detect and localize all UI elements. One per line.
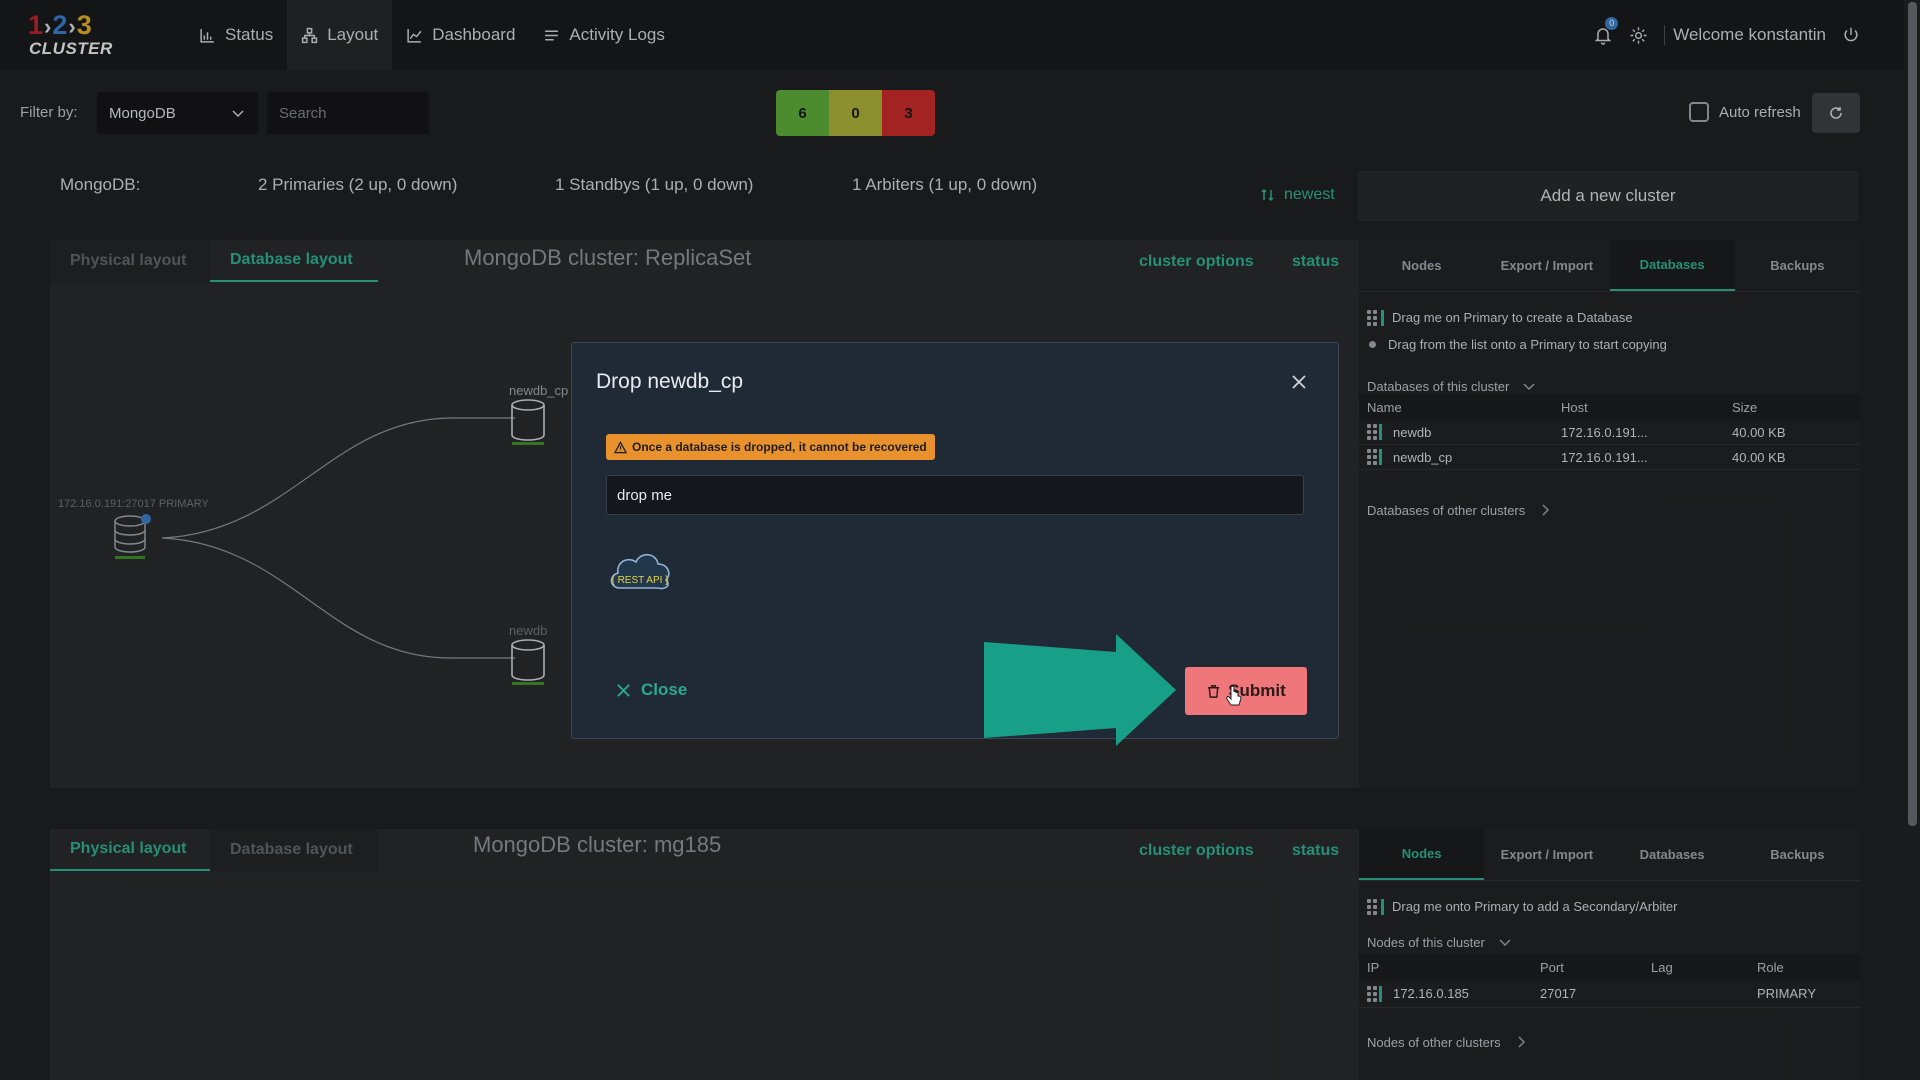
- pointer-arrow-annotation: [984, 634, 1176, 746]
- warning-icon: [614, 440, 627, 453]
- page-scrollbar[interactable]: [1904, 0, 1920, 1080]
- close-button[interactable]: Close: [616, 680, 687, 700]
- mouse-cursor-icon: [1226, 686, 1242, 706]
- warning-text: Once a database is dropped, it cannot be…: [632, 440, 927, 454]
- drop-database-dialog: Drop newdb_cp Once a database is dropped…: [571, 342, 1339, 746]
- confirm-drop-input[interactable]: [606, 475, 1304, 515]
- submit-button[interactable]: Submit: [1185, 667, 1307, 715]
- rest-api-cloud-icon[interactable]: { REST API }: [606, 548, 674, 594]
- scrollbar-thumb[interactable]: [1908, 2, 1917, 826]
- dialog-title: Drop newdb_cp: [596, 370, 744, 393]
- warning-badge: Once a database is dropped, it cannot be…: [606, 434, 935, 460]
- rest-api-label: { REST API }: [611, 575, 669, 586]
- close-label: Close: [641, 680, 688, 699]
- trash-icon: [1208, 684, 1220, 698]
- close-icon: [617, 683, 630, 697]
- close-icon[interactable]: [1290, 373, 1308, 391]
